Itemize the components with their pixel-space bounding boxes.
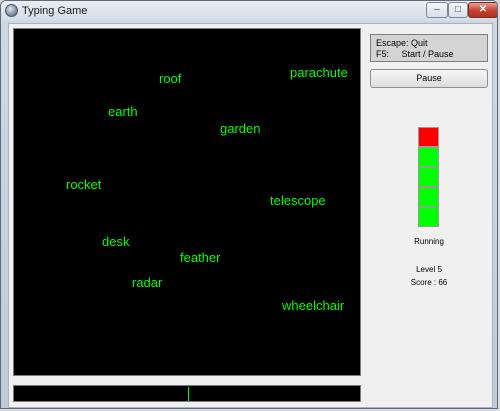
- score-value: 66: [438, 278, 448, 287]
- level-text: Level 5: [416, 265, 442, 274]
- help-start-pause: F5: Start / Pause: [376, 49, 454, 59]
- minimize-button[interactable]: –: [426, 2, 448, 18]
- game-window: Typing Game – □ ✕ roof parachute earth g…: [0, 0, 498, 409]
- status-text: Running: [414, 237, 444, 246]
- text-caret: [188, 387, 189, 401]
- client-area: roof parachute earth garden rocket teles…: [8, 23, 493, 408]
- falling-word: earth: [108, 104, 138, 119]
- score-display: Score : 66: [389, 278, 469, 287]
- maximize-button[interactable]: □: [448, 2, 468, 18]
- help-quit: Escape: Quit: [376, 38, 428, 48]
- meter-cell-safe: [418, 167, 439, 187]
- falling-word: roof: [159, 71, 182, 86]
- title-bar[interactable]: Typing Game – □ ✕: [1, 1, 497, 21]
- score-label: Score: [410, 278, 432, 287]
- falling-word: radar: [132, 275, 163, 290]
- falling-word: parachute: [290, 65, 348, 80]
- app-icon[interactable]: [5, 4, 18, 17]
- falling-word: wheelchair: [282, 298, 345, 313]
- close-button[interactable]: ✕: [468, 2, 497, 18]
- falling-word: desk: [102, 234, 130, 249]
- meter-cell-safe: [418, 207, 439, 227]
- meter-cell-danger: [418, 127, 439, 147]
- falling-word: garden: [220, 121, 261, 136]
- game-playfield: roof parachute earth garden rocket teles…: [13, 28, 361, 376]
- meter-cell-safe: [418, 147, 439, 167]
- pause-button[interactable]: Pause: [370, 69, 488, 88]
- danger-meter: [418, 127, 439, 227]
- help-panel: Escape: Quit F5: Start / Pause: [370, 34, 488, 62]
- falling-word: telescope: [270, 193, 326, 208]
- falling-word: rocket: [66, 177, 102, 192]
- meter-cell-safe: [418, 187, 439, 207]
- window-title: Typing Game: [22, 5, 88, 17]
- falling-word: feather: [180, 250, 221, 265]
- typing-input[interactable]: [13, 385, 361, 402]
